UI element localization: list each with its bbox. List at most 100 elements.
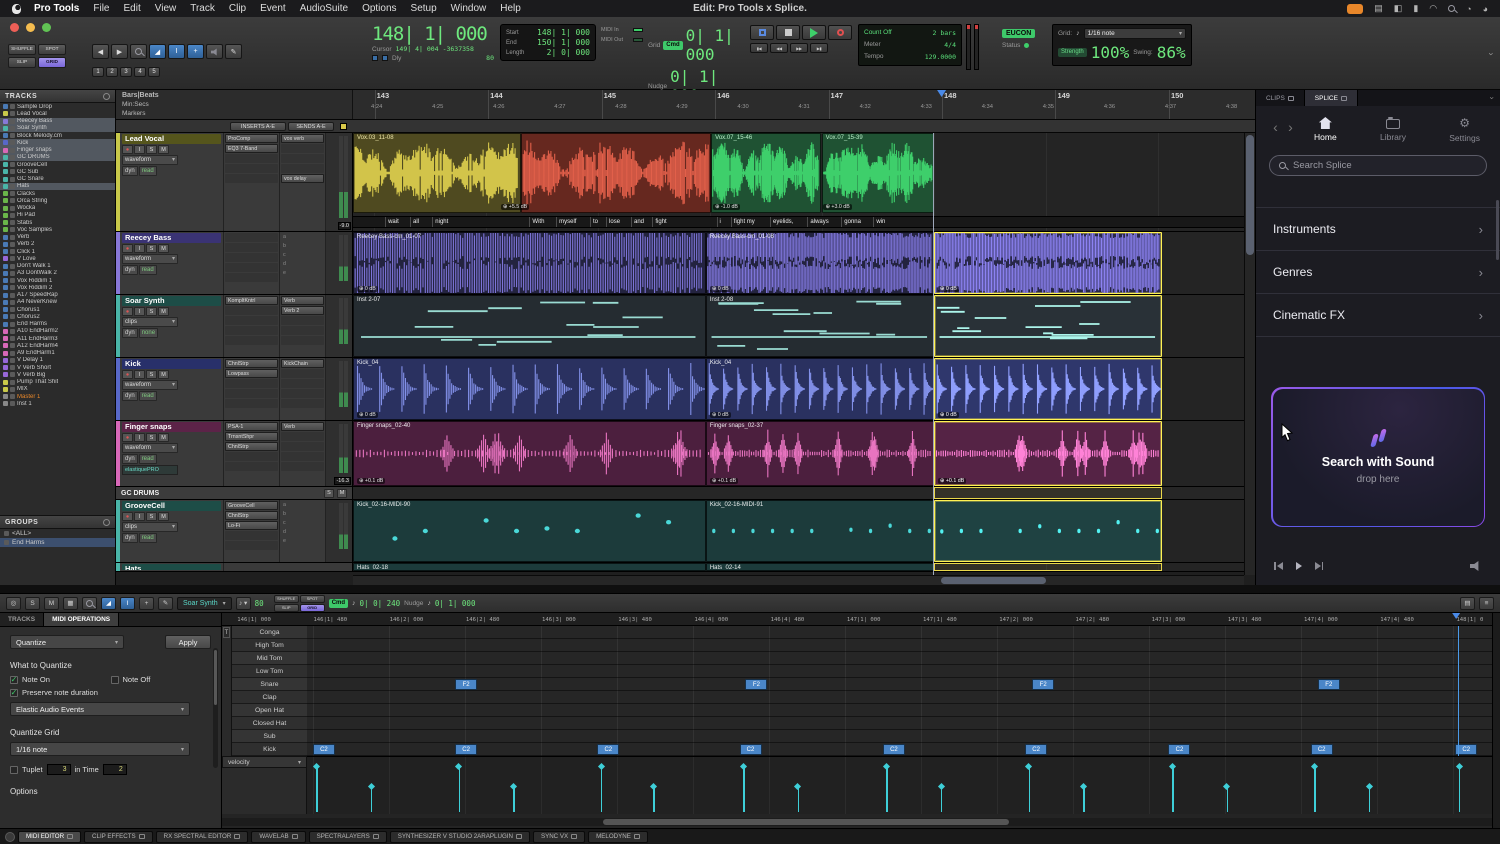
automation-mode-button[interactable]: read xyxy=(139,391,157,401)
scrubber-tool-button[interactable] xyxy=(206,44,223,59)
search-with-sound-dropzone[interactable]: Search with Sound drop here xyxy=(1271,387,1485,527)
track-list-item-mix[interactable]: MIX xyxy=(0,386,115,393)
tracks-panel-menu-icon[interactable] xyxy=(103,93,110,100)
play-sample-button[interactable] xyxy=(1296,562,1302,570)
record-enable-button[interactable]: ● xyxy=(122,307,133,316)
return-to-zero-button[interactable]: ▮◀ xyxy=(750,43,768,53)
menu-setup[interactable]: Setup xyxy=(411,3,437,14)
ruler-label-bars-beats[interactable]: Bars|Beats xyxy=(122,92,352,99)
velocity-stem[interactable] xyxy=(371,788,373,812)
track-list-item-soar-synth[interactable]: Soar Synth xyxy=(0,125,115,132)
session-status-icon[interactable] xyxy=(5,832,15,842)
insert-slot-empty[interactable] xyxy=(225,154,278,163)
clip-vox-03-11-08[interactable]: Vox.03_11-08 xyxy=(353,133,521,213)
clip-hats-02-14[interactable]: Hats_02-14 xyxy=(706,563,934,571)
clip-reecey-bass-cm-01-08[interactable]: Reecey Bass-cm_01-08⊕ 0 dB xyxy=(706,232,934,294)
bottom-tab-rx-spectral-editor[interactable]: RX SPECTRAL EDITOR xyxy=(156,831,249,843)
menu-clip[interactable]: Clip xyxy=(229,3,246,14)
clip-vox-07-15-39[interactable]: Vox.07_15-39 xyxy=(822,133,934,213)
track-list-item-voc-samples[interactable]: Voc Samples xyxy=(0,226,115,233)
send-slot-empty[interactable] xyxy=(281,154,324,163)
next-sample-button[interactable] xyxy=(1315,562,1324,570)
insert-slot-procomp[interactable]: ProComp xyxy=(225,134,278,143)
velocity-stem[interactable] xyxy=(798,788,800,812)
edit-mode-spot[interactable]: SPOT xyxy=(38,44,66,55)
send-slot-letter[interactable]: c xyxy=(281,519,324,527)
midi-note-c2[interactable]: C2 xyxy=(313,744,335,755)
spotlight-search-icon[interactable] xyxy=(1448,5,1455,12)
insert-slot-empty[interactable] xyxy=(225,462,278,471)
midi-grid-cmd-badge[interactable]: Cmd xyxy=(329,599,348,608)
recording-indicator-icon[interactable] xyxy=(1347,4,1363,14)
strength-badge[interactable]: Strength xyxy=(1058,48,1087,57)
splice-nav-library[interactable]: Library xyxy=(1380,117,1406,143)
selection-start[interactable]: Start148| 1| 000 xyxy=(506,28,590,37)
view-layout-icon[interactable]: ▤ xyxy=(1460,597,1475,610)
track-name[interactable]: Soar Synth xyxy=(122,296,221,306)
elastic-audio-select[interactable]: Elastic Audio Events▾ xyxy=(10,702,190,716)
selection-length[interactable]: Length2| 0| 000 xyxy=(506,48,590,57)
send-slot-verb-2[interactable]: Verb 2 xyxy=(281,306,324,315)
record-enable-button[interactable]: ● xyxy=(122,370,133,379)
track-list-item-kick[interactable]: Kick xyxy=(0,139,115,146)
zoom-preset-5[interactable]: 5 xyxy=(148,67,160,77)
send-slot-letter[interactable]: b xyxy=(281,510,324,518)
drum-lane-open-hat[interactable]: Open Hat xyxy=(232,704,307,717)
mini-mode-shuffle[interactable]: SHUFFLE xyxy=(274,595,299,603)
bottom-tab-clip-effects[interactable]: CLIP EFFECTS xyxy=(84,831,153,843)
velocity-stem[interactable] xyxy=(1227,788,1229,812)
lane-track-toggle[interactable]: T xyxy=(223,627,230,638)
ruler-lane[interactable]: 1431441451461471481491504:244:254:264:27… xyxy=(353,90,1255,119)
previous-sample-button[interactable] xyxy=(1274,562,1283,570)
track-list-item-reecey-bass[interactable]: Reecey Bass xyxy=(0,118,115,125)
clip-gain-badge[interactable]: ⊕ +0.1 dB xyxy=(938,478,966,484)
send-slot-empty[interactable] xyxy=(281,369,324,378)
display-icon[interactable]: ◧ xyxy=(1394,3,1403,14)
panel-collapse-icon[interactable]: › xyxy=(1485,91,1500,106)
solo-button[interactable]: S xyxy=(146,244,157,253)
splice-category-cinematic-fx[interactable]: Cinematic FX› xyxy=(1256,294,1500,337)
dyn-button[interactable]: dyn xyxy=(122,533,138,543)
menu-help[interactable]: Help xyxy=(500,3,521,14)
menu-track[interactable]: Track xyxy=(190,3,215,14)
track-list-item-hi-pad[interactable]: Hi Pad xyxy=(0,212,115,219)
velocity-stem[interactable] xyxy=(941,788,943,812)
insert-slot-empty[interactable] xyxy=(225,379,278,388)
midi-default-velocity[interactable]: 80 xyxy=(255,599,264,608)
input-monitor-button[interactable]: I xyxy=(134,145,145,154)
drum-lane-conga[interactable]: Conga xyxy=(232,626,307,639)
control-center-icon[interactable]: ◔ xyxy=(1466,4,1471,14)
track-list-item-a10-endharm2[interactable]: A10 EndHarm2 xyxy=(0,328,115,335)
velocity-lane-header[interactable]: velocity ▾ xyxy=(222,756,307,768)
insert-slot-eq3-7-band[interactable]: EQ3 7-Band xyxy=(225,144,278,153)
input-monitor-button[interactable]: I xyxy=(134,307,145,316)
elastic-audio-selector[interactable]: elastiquePRO xyxy=(122,465,178,475)
automation-mode-button[interactable]: read xyxy=(139,533,157,543)
solo-button[interactable]: S xyxy=(146,433,157,442)
send-slot-kickchain[interactable]: KickChain xyxy=(281,359,324,368)
menu-edit[interactable]: Edit xyxy=(124,3,141,14)
track-name[interactable]: Reecey Bass xyxy=(122,233,221,243)
menu-file[interactable]: File xyxy=(93,3,109,14)
track-list-item-chorus1[interactable]: Chorus1 xyxy=(0,306,115,313)
dyn-button[interactable]: dyn xyxy=(122,265,138,275)
insert-slot-empty[interactable] xyxy=(225,164,278,173)
menu-view[interactable]: View xyxy=(155,3,177,14)
group-item-all[interactable]: <ALL> xyxy=(0,529,115,538)
note-duration-selector[interactable]: ♪ ▾ xyxy=(236,597,251,610)
selection-region[interactable] xyxy=(934,487,1162,499)
track-list-item-a3-dontwalk-2[interactable]: A3 DontWalk 2 xyxy=(0,270,115,277)
volume-speaker-icon[interactable] xyxy=(1470,561,1482,571)
trim-tool-button[interactable]: ◢ xyxy=(149,44,166,59)
track-list-item-lead-vocal[interactable]: Lead Vocal xyxy=(0,110,115,117)
clip-gain-badge[interactable]: ⊕ +0.1 dB xyxy=(710,478,738,484)
mute-button[interactable]: M xyxy=(158,145,169,154)
splice-nav-settings[interactable]: ⚙Settings xyxy=(1449,117,1480,143)
drum-lane-mid-tom[interactable]: Mid Tom xyxy=(232,652,307,665)
send-slot-empty[interactable] xyxy=(281,399,324,408)
send-slot-letter[interactable]: e xyxy=(281,537,324,545)
midi-nudge-value[interactable]: 0| 1| 000 xyxy=(435,599,476,608)
tempo-value[interactable]: 129.0000 xyxy=(925,51,956,63)
clip-reecey-bass-cm-01-07[interactable]: Reecey Bass-cm_01-07⊕ 0 dB xyxy=(353,232,706,294)
record-enable-button[interactable]: ● xyxy=(122,433,133,442)
